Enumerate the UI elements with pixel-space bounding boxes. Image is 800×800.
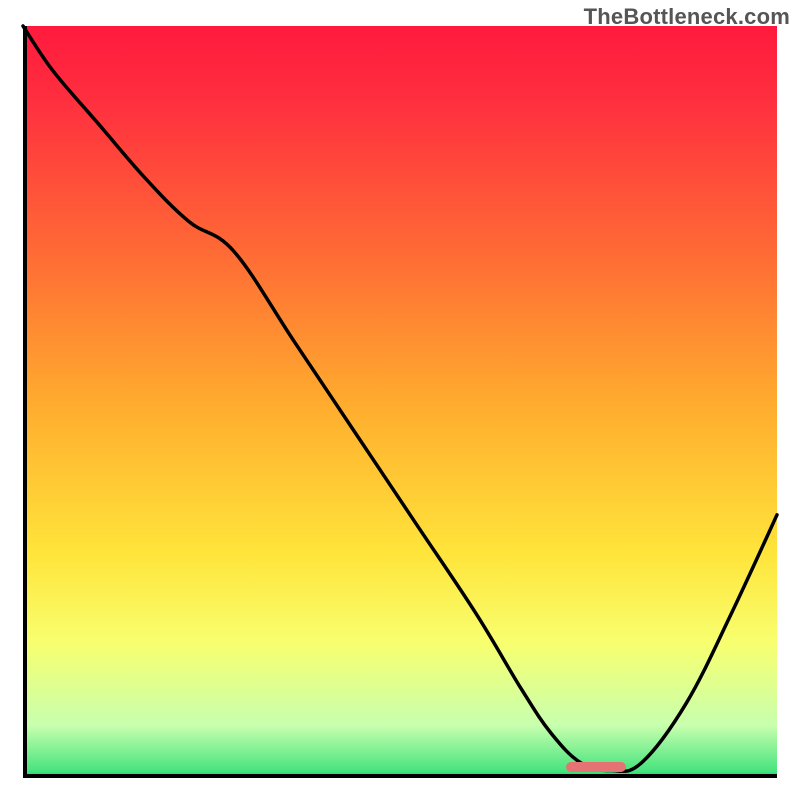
curve-path <box>23 26 777 771</box>
chart-container: TheBottleneck.com <box>0 0 800 800</box>
bottleneck-curve <box>23 26 777 778</box>
optimal-range-marker <box>566 762 626 772</box>
plot-area <box>23 26 777 778</box>
